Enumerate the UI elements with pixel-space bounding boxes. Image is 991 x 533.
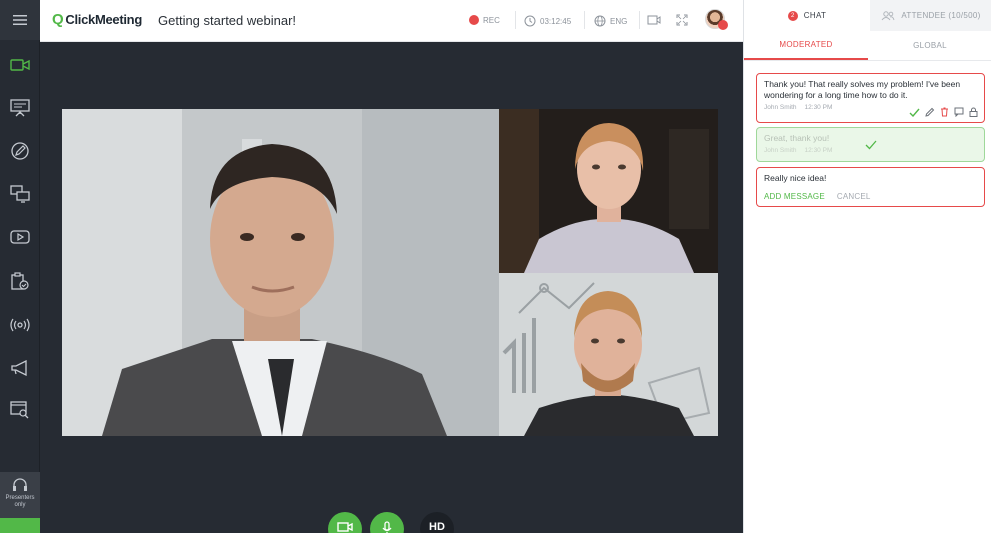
whiteboard-pen-icon: [11, 142, 29, 160]
tab-chat[interactable]: 2 CHAT: [744, 0, 870, 31]
approved-check-icon: [865, 140, 877, 150]
top-header: Q ClickMeeting Getting started webinar! …: [40, 0, 743, 42]
chat-panel: 2 CHAT ATTENDEE (10/500) MODERATED GLOBA…: [743, 0, 991, 533]
presenter-video: [62, 109, 499, 436]
clock-icon: [524, 15, 536, 27]
tab-attendee-label: ATTENDEE (10/500): [901, 11, 981, 20]
clipboard-check-icon: [11, 272, 29, 290]
panel-tabs: 2 CHAT ATTENDEE (10/500): [744, 0, 991, 31]
chat-input-box[interactable]: Really nice idea! ADD MESSAGE CANCEL: [756, 167, 985, 207]
chat-subtabs: MODERATED GLOBAL: [744, 31, 991, 61]
video-button[interactable]: [0, 217, 40, 257]
hd-quality-button[interactable]: HD: [420, 512, 454, 533]
participant-video-2: [499, 273, 718, 436]
logo-text: ClickMeeting: [65, 12, 142, 27]
webinar-title: Getting started webinar!: [158, 13, 297, 28]
participant-video-tile-1: [499, 109, 718, 273]
participant-video-1: [499, 109, 718, 273]
menu-icon: [13, 15, 27, 25]
presenters-only-label: only: [14, 502, 26, 508]
message-time: 12:30 PM: [804, 104, 833, 111]
broadcast-button[interactable]: [0, 305, 40, 345]
chat-input-text[interactable]: Really nice idea!: [764, 173, 977, 184]
presenters-label: Presenters: [5, 495, 35, 501]
timer: 03:12:45: [524, 15, 571, 27]
lock-icon[interactable]: [969, 107, 978, 117]
message-author: John Smith: [764, 104, 797, 111]
tests-button[interactable]: [0, 261, 40, 301]
broadcast-icon: [10, 318, 30, 332]
headset-icon: [13, 478, 27, 491]
microphone-toggle-button[interactable]: [370, 512, 404, 533]
language-value: ENG: [610, 16, 628, 26]
presenters-only-toggle[interactable]: Presenters only: [0, 472, 40, 518]
tab-moderated[interactable]: MODERATED: [744, 31, 868, 60]
search-window-button[interactable]: [0, 390, 40, 430]
camera-toggle-button[interactable]: [328, 512, 362, 533]
timer-value: 03:12:45: [540, 16, 572, 26]
camera-icon: [337, 522, 353, 532]
message-time: 12:30 PM: [804, 147, 833, 154]
divider: [639, 11, 640, 29]
divider: [584, 11, 585, 29]
message-actions: [909, 107, 978, 117]
main-video-tile: [62, 109, 499, 436]
megaphone-icon: [11, 360, 27, 376]
chat-count-badge: 2: [787, 10, 798, 21]
add-message-button[interactable]: ADD MESSAGE: [764, 192, 825, 201]
chat-message-approved[interactable]: Great, thank you! John Smith 12:30 PM: [756, 127, 985, 162]
presentation-button[interactable]: [0, 88, 40, 128]
input-actions: ADD MESSAGE CANCEL: [764, 192, 977, 201]
fullscreen-icon[interactable]: [675, 13, 689, 27]
menu-button[interactable]: [0, 0, 40, 40]
search-window-icon: [10, 401, 29, 419]
camera-icon: [10, 59, 30, 71]
chat-message[interactable]: Thank you! That really solves my problem…: [756, 73, 985, 123]
attendees-icon: [882, 10, 895, 20]
approve-check-icon[interactable]: [909, 108, 920, 117]
message-author: John Smith: [764, 147, 797, 154]
video-play-icon: [10, 230, 30, 244]
tab-attendee[interactable]: ATTENDEE (10/500): [870, 0, 991, 31]
clickmeeting-logo: Q ClickMeeting: [52, 11, 142, 28]
divider: [515, 11, 516, 29]
avatar-status-badge: [718, 20, 728, 30]
edit-pencil-icon[interactable]: [925, 107, 935, 117]
screen-share-icon: [10, 185, 30, 203]
camera-settings-icon[interactable]: [647, 13, 661, 27]
announcement-button[interactable]: [0, 348, 40, 388]
presentation-icon: [10, 99, 30, 117]
record-label: REC: [483, 15, 500, 25]
whiteboard-button[interactable]: [0, 131, 40, 171]
microphone-icon: [382, 521, 392, 533]
expand-tab[interactable]: [0, 518, 40, 533]
record-dot-icon: [469, 15, 479, 25]
left-toolbar: Presenters only: [0, 0, 40, 533]
cancel-button[interactable]: CANCEL: [837, 192, 871, 201]
camera-button[interactable]: [0, 45, 40, 85]
language-selector[interactable]: ENG: [594, 15, 627, 27]
message-text: Thank you! That really solves my problem…: [764, 79, 961, 100]
tab-global[interactable]: GLOBAL: [868, 31, 991, 60]
delete-trash-icon[interactable]: [940, 107, 949, 117]
globe-icon: [594, 15, 606, 27]
screen-share-button[interactable]: [0, 174, 40, 214]
tab-chat-label: CHAT: [803, 11, 827, 20]
participant-video-tile-2: [499, 273, 718, 436]
comment-icon[interactable]: [954, 107, 964, 117]
logo-mark: Q: [52, 11, 64, 28]
record-button[interactable]: REC: [469, 15, 500, 25]
